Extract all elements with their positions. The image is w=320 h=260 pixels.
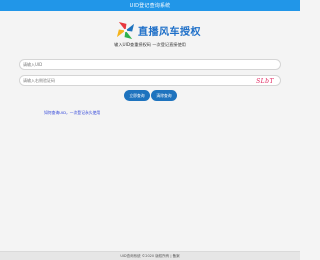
query-button[interactable]: 立即查询 — [124, 90, 150, 101]
captcha-field: SLbT — [19, 75, 281, 86]
captcha-input[interactable] — [23, 76, 223, 85]
brand-name: 直播风车授权 — [138, 26, 201, 38]
clear-button[interactable]: 清除查询 — [151, 90, 177, 101]
uid-input[interactable] — [23, 60, 223, 69]
captcha-image[interactable]: SLbT — [256, 77, 274, 85]
footer-text: UID查询系统 ©2020 版权所有 | 备案 — [120, 253, 180, 258]
uid-field — [19, 59, 281, 70]
windmill-logo-icon — [116, 21, 135, 39]
header-bar: UID登记查询系统 — [0, 0, 300, 11]
header-title: UID登记查询系统 — [129, 3, 171, 9]
brand-logo: 直播风车授权 — [116, 19, 201, 41]
brand-subtitle: 输入UID查重授权码 一次登记直接使用 — [114, 42, 186, 47]
footer: UID查询系统 ©2020 版权所有 | 备案 — [0, 251, 300, 260]
help-link[interactable]: 如何查询UID，一次登记永久使用 — [44, 110, 100, 116]
